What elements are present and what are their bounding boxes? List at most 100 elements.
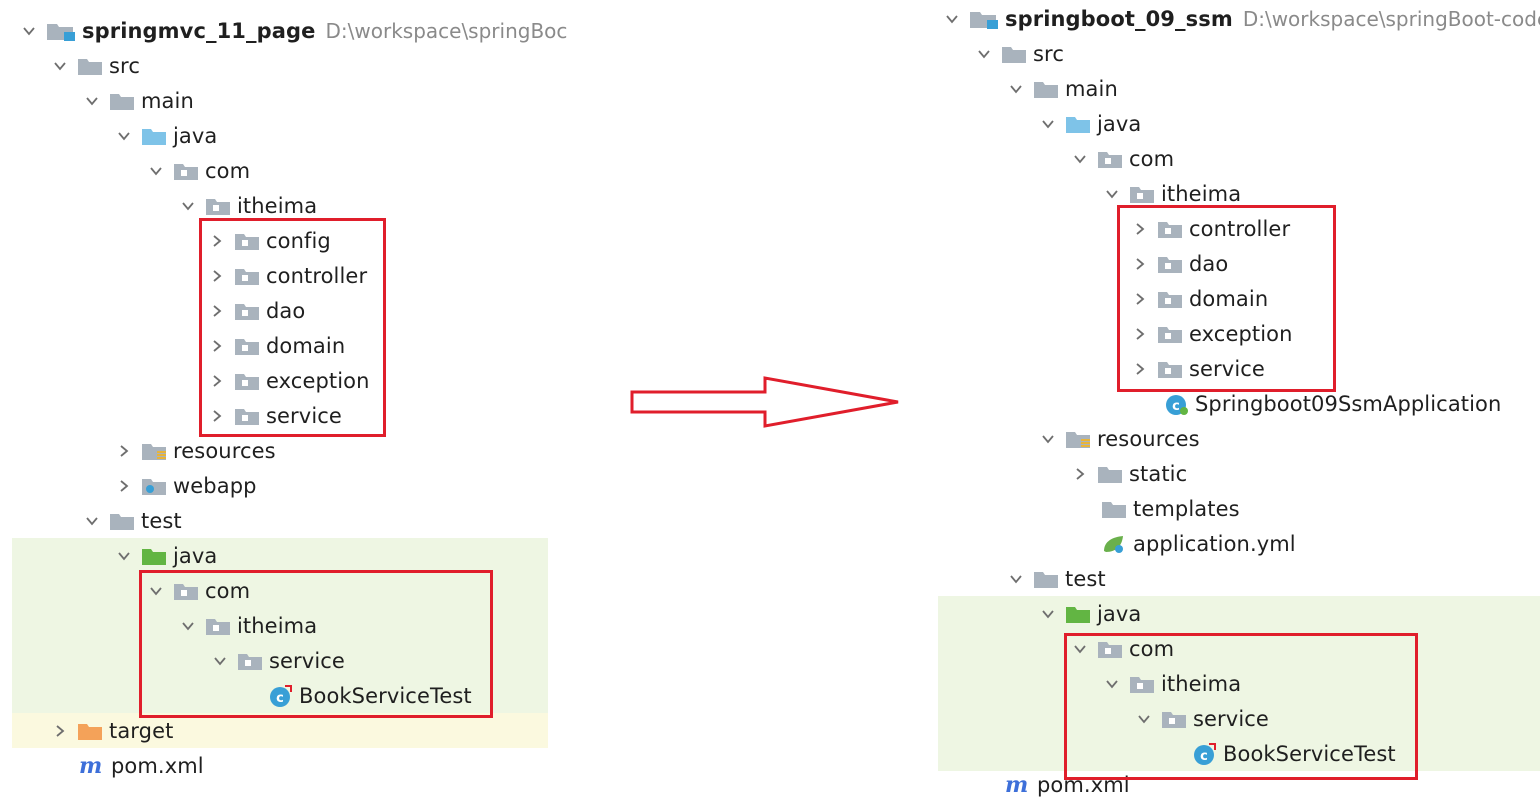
- package-icon: [173, 161, 199, 181]
- folder-icon: [109, 511, 135, 531]
- tree-item-test[interactable]: test: [0, 503, 560, 538]
- chevron-down-icon[interactable]: [1041, 117, 1055, 131]
- tree-item-templates[interactable]: templates: [935, 491, 1540, 526]
- folder-label: java: [1097, 601, 1142, 626]
- tree-item-com[interactable]: com: [0, 153, 560, 188]
- folder-icon: [1033, 79, 1059, 99]
- file-label: application.yml: [1133, 531, 1296, 556]
- spring-leaf-icon: [1101, 533, 1127, 555]
- project-path: D:\workspace\springBoot-code: [1242, 6, 1540, 31]
- chevron-down-icon[interactable]: [181, 199, 195, 213]
- left-project-root-row[interactable]: springmvc_11_page D:\workspace\springBoc: [0, 13, 567, 48]
- tree-item-src[interactable]: src: [935, 36, 1540, 71]
- package-icon: [1097, 149, 1123, 169]
- folder-label: static: [1129, 461, 1188, 486]
- folder-label: resources: [1097, 426, 1200, 451]
- chevron-down-icon[interactable]: [945, 12, 959, 26]
- class-label: Springboot09SsmApplication: [1195, 391, 1502, 416]
- highlight-box-packages: [199, 218, 386, 437]
- chevron-down-icon[interactable]: [85, 514, 99, 528]
- maven-icon: m: [77, 755, 105, 777]
- chevron-down-icon[interactable]: [1041, 607, 1055, 621]
- chevron-down-icon[interactable]: [117, 549, 131, 563]
- tree-item-resources[interactable]: resources: [935, 421, 1540, 456]
- folder-label: java: [1097, 111, 1142, 136]
- folder-label: templates: [1133, 496, 1240, 521]
- svg-text:c: c: [1172, 399, 1180, 414]
- chevron-right-icon[interactable]: [117, 444, 131, 458]
- folder-icon: [1001, 44, 1027, 64]
- folder-label: webapp: [173, 473, 257, 498]
- chevron-down-icon[interactable]: [1009, 572, 1023, 586]
- project-folder-icon: [969, 8, 999, 30]
- maven-icon: m: [1003, 774, 1031, 796]
- tree-item-webapp[interactable]: webapp: [0, 468, 560, 503]
- chevron-down-icon[interactable]: [117, 129, 131, 143]
- package-label: itheima: [1161, 181, 1242, 206]
- chevron-down-icon[interactable]: [22, 24, 36, 38]
- web-folder-icon: [141, 476, 167, 496]
- tree-item-resources[interactable]: resources: [0, 433, 560, 468]
- chevron-down-icon[interactable]: [1073, 152, 1087, 166]
- tree-item-main[interactable]: main: [935, 71, 1540, 106]
- project-name: springboot_09_ssm: [1005, 6, 1233, 31]
- folder-label: test: [1065, 566, 1106, 591]
- right-arrow-icon: [630, 376, 899, 428]
- folder-label: main: [141, 88, 194, 113]
- highlight-box-test: [139, 570, 493, 718]
- chevron-down-icon[interactable]: [1041, 432, 1055, 446]
- tree-item-main[interactable]: main: [0, 83, 560, 118]
- resources-folder-icon: [1065, 429, 1091, 449]
- project-name: springmvc_11_page: [82, 18, 316, 43]
- chevron-down-icon[interactable]: [149, 164, 163, 178]
- svg-text:m: m: [1005, 774, 1028, 796]
- highlight-box-packages: [1117, 205, 1336, 392]
- tree-item-com[interactable]: com: [935, 141, 1540, 176]
- package-icon: [205, 196, 231, 216]
- right-project-root-row[interactable]: springboot_09_ssm D:\workspace\springBoo…: [935, 1, 1540, 36]
- tree-item-java[interactable]: java: [0, 118, 560, 153]
- folder-icon: [77, 56, 103, 76]
- resources-folder-icon: [141, 441, 167, 461]
- source-folder-icon: [1065, 114, 1091, 134]
- tree-item-static[interactable]: static: [935, 456, 1540, 491]
- excluded-folder-icon: [77, 721, 103, 741]
- chevron-right-icon[interactable]: [117, 479, 131, 493]
- folder-label: test: [141, 508, 182, 533]
- folder-label: target: [109, 718, 174, 743]
- folder-label: main: [1065, 76, 1118, 101]
- folder-icon: [109, 91, 135, 111]
- folder-label: resources: [173, 438, 276, 463]
- highlight-box-test: [1064, 633, 1418, 780]
- folder-label: src: [1033, 41, 1064, 66]
- test-folder-icon: [1065, 604, 1091, 624]
- chevron-down-icon[interactable]: [977, 47, 991, 61]
- spring-boot-class-icon: c: [1165, 392, 1189, 416]
- chevron-right-icon[interactable]: [1073, 467, 1087, 481]
- tree-item-test-java[interactable]: java: [12, 538, 548, 573]
- project-folder-icon: [46, 20, 76, 42]
- chevron-down-icon[interactable]: [1009, 82, 1023, 96]
- tree-item-test[interactable]: test: [935, 561, 1540, 596]
- chevron-down-icon[interactable]: [85, 94, 99, 108]
- tree-item-java[interactable]: java: [935, 106, 1540, 141]
- test-folder-icon: [141, 546, 167, 566]
- chevron-down-icon[interactable]: [1105, 187, 1119, 201]
- tree-item-target[interactable]: target: [12, 713, 548, 748]
- tree-item-src[interactable]: src: [0, 48, 560, 83]
- svg-text:m: m: [79, 755, 102, 777]
- folder-label: src: [109, 53, 140, 78]
- folder-icon: [1033, 569, 1059, 589]
- package-label: itheima: [237, 193, 318, 218]
- tree-item-application-yml[interactable]: application.yml: [935, 526, 1540, 561]
- package-label: com: [205, 158, 251, 183]
- tree-item-test-java[interactable]: java: [938, 596, 1540, 631]
- project-path: D:\workspace\springBoc: [325, 18, 568, 43]
- chevron-down-icon[interactable]: [53, 59, 67, 73]
- folder-label: java: [173, 543, 218, 568]
- tree-item-pom[interactable]: m pom.xml: [0, 748, 560, 783]
- folder-icon: [1101, 499, 1127, 519]
- folder-label: java: [173, 123, 218, 148]
- package-icon: [1129, 184, 1155, 204]
- chevron-right-icon[interactable]: [53, 724, 67, 738]
